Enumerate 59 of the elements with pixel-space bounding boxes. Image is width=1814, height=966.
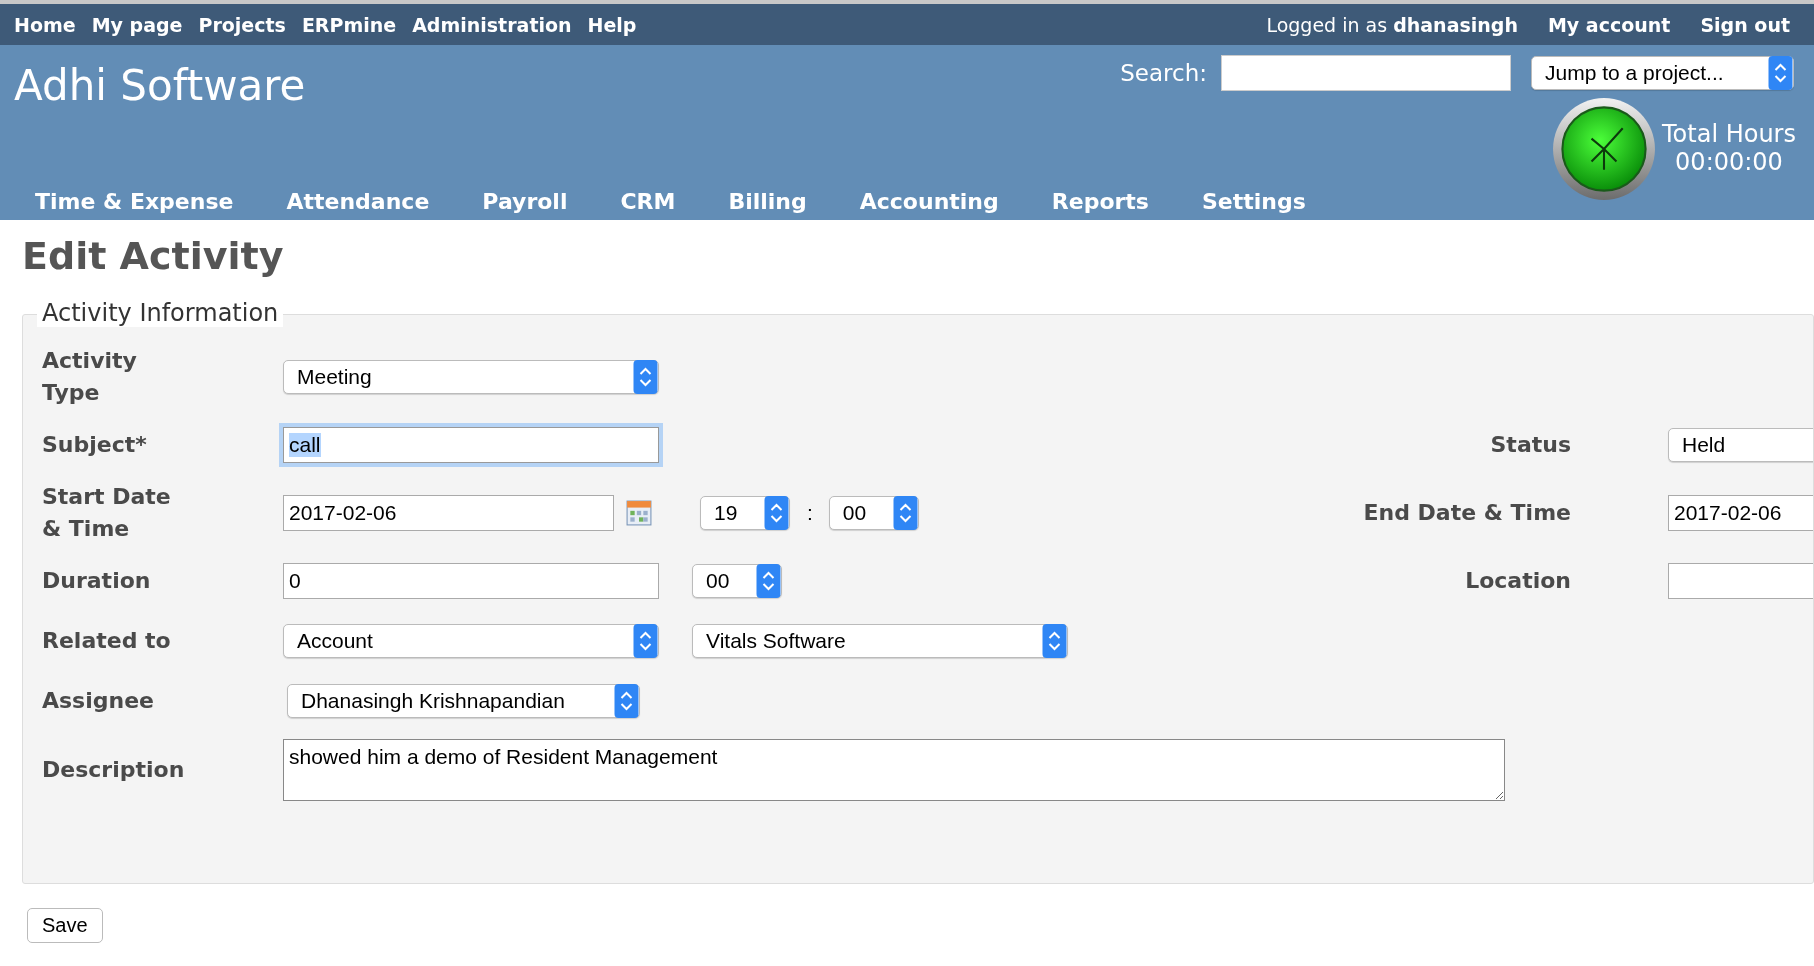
logged-in-text: Logged in as dhanasingh xyxy=(1266,13,1518,36)
description-field[interactable]: showed him a demo of Resident Management xyxy=(283,738,1505,801)
up-down-arrows-icon xyxy=(632,359,659,394)
clock-icon[interactable] xyxy=(1552,97,1656,201)
text-field[interactable] xyxy=(1668,562,1813,599)
dropdown[interactable]: Account xyxy=(283,623,659,658)
search-field[interactable] xyxy=(1221,55,1511,91)
menu-link[interactable]: Home xyxy=(14,13,76,36)
calendar-icon[interactable] xyxy=(626,499,652,526)
nav-tab[interactable]: Time & Expense xyxy=(35,187,234,216)
field-label: Status xyxy=(1489,430,1571,459)
up-down-arrows-icon xyxy=(613,683,640,718)
menu-link[interactable]: Help xyxy=(587,13,637,36)
dropdown[interactable]: 00 xyxy=(692,563,782,598)
total-hours-value: 00:00:00 xyxy=(1675,149,1783,177)
up-down-arrows-icon xyxy=(891,495,919,530)
text-field[interactable]: 2017-02-06 xyxy=(283,494,614,531)
project-dropdown[interactable]: Jump to a project... xyxy=(1531,56,1794,90)
menu-link[interactable]: My page xyxy=(91,13,183,36)
dropdown[interactable]: Dhanasingh Krishnapandian xyxy=(287,683,640,718)
dropdown[interactable]: Held xyxy=(1668,427,1813,462)
up-down-arrows-icon xyxy=(763,495,790,530)
field-label: Start Date & Time xyxy=(42,482,172,543)
field-label: Assignee xyxy=(42,686,155,715)
menu-link[interactable]: Administration xyxy=(412,13,572,36)
menu-link[interactable]: Projects xyxy=(198,13,286,36)
nav-tab[interactable]: Accounting xyxy=(859,187,999,216)
field-label: Description xyxy=(42,755,186,784)
field-label: Subject* xyxy=(42,430,148,459)
nav-tab[interactable]: Reports xyxy=(1051,187,1149,216)
account-link[interactable]: My account xyxy=(1547,13,1671,36)
text-field[interactable]: 0 xyxy=(283,562,659,599)
menu-link[interactable]: ERPmine xyxy=(301,13,397,36)
dropdown[interactable]: 19 xyxy=(700,495,790,530)
save-button[interactable]: Save xyxy=(27,908,103,943)
field-label: End Date & Time xyxy=(1362,498,1571,527)
field-label: Related to xyxy=(42,626,172,655)
fieldset-legend: Activity Information xyxy=(37,299,284,327)
up-down-arrows-icon xyxy=(1041,623,1068,658)
up-down-arrows-icon xyxy=(1767,56,1794,90)
field-label: Activity Type xyxy=(42,347,138,407)
dropdown[interactable]: 00 xyxy=(828,495,919,530)
dropdown[interactable]: Meeting xyxy=(283,359,659,394)
nav-tab[interactable]: Payroll xyxy=(482,187,568,216)
total-hours-label: Total Hours xyxy=(1662,121,1796,149)
text-field[interactable]: 2017-02-06 xyxy=(1668,494,1813,531)
up-down-arrows-icon xyxy=(755,563,782,598)
field-label: Location xyxy=(1464,566,1571,595)
page-title: Edit Activity xyxy=(22,234,285,278)
account-link[interactable]: Sign out xyxy=(1700,13,1790,36)
nav-tab[interactable]: Billing xyxy=(728,187,807,216)
up-down-arrows-icon xyxy=(632,623,659,658)
nav-tab[interactable]: Attendance xyxy=(286,187,430,216)
nav-tab[interactable]: Settings xyxy=(1201,187,1306,216)
search-label: Search: xyxy=(1120,60,1207,86)
time-separator: : xyxy=(807,500,813,525)
dropdown[interactable]: Vitals Software xyxy=(692,623,1068,658)
nav-tab[interactable]: CRM xyxy=(620,187,676,216)
field-label: Duration xyxy=(42,566,152,595)
